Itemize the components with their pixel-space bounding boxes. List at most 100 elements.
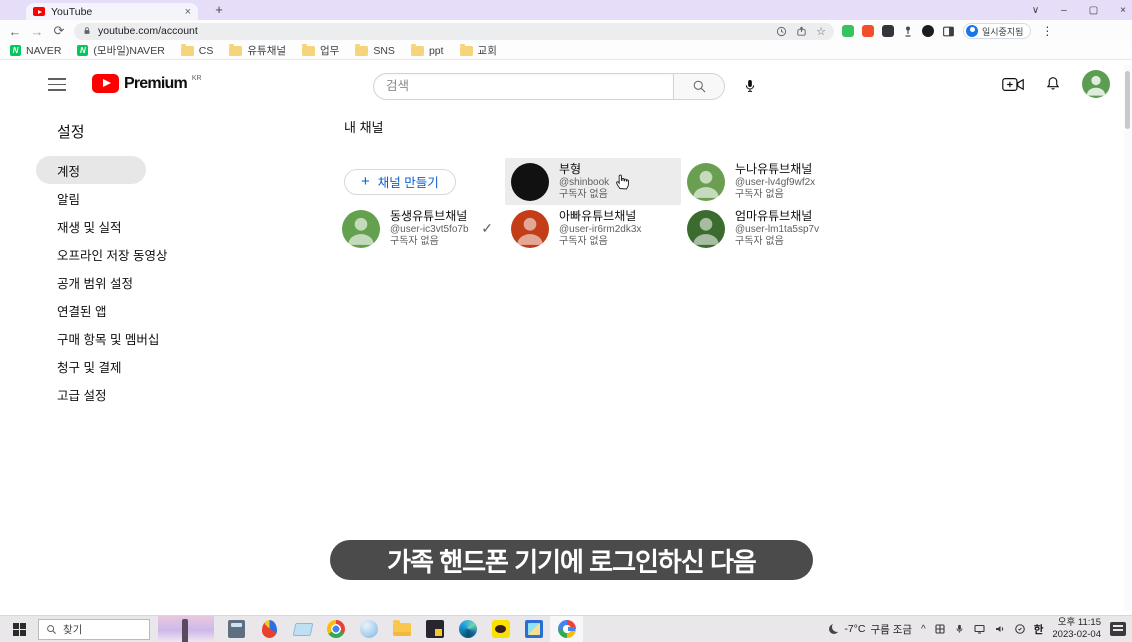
taskbar-edge-icon[interactable] [451, 616, 484, 642]
create-video-button[interactable] [1002, 76, 1024, 93]
bookmark-folder-church[interactable]: 교회 [459, 43, 497, 58]
reload-button[interactable]: ⟳ [52, 23, 66, 39]
tray-volume-icon[interactable] [994, 623, 1006, 635]
taskbar-file-explorer-icon[interactable] [385, 616, 418, 642]
channel-avatar [511, 162, 549, 201]
sidebar-item-connected-apps[interactable]: 연결된 앱 [36, 296, 246, 324]
taskbar-calculator-icon[interactable] [220, 616, 253, 642]
channel-row-buhyeong[interactable]: 부형 @shinbook 구독자 없음 [505, 158, 681, 205]
bookmark-folder-ppt[interactable]: ppt [410, 43, 444, 57]
window-restore-button[interactable]: ▢ [1089, 5, 1098, 16]
channel-row-dongsaeng[interactable]: 동생유튜브채널 @user-ic3vt5fo7b 구독자 없음 ✓ [336, 205, 505, 252]
bookmark-folder-work[interactable]: 업무 [302, 43, 339, 58]
search-input[interactable] [386, 79, 661, 93]
address-bar[interactable]: youtube.com/account ☆ [74, 22, 834, 40]
window-minimize-button[interactable]: – [1061, 5, 1067, 16]
channel-grid: + 채널 만들기 부형 @shinbook 구독자 없음 누나유튜브채널 @us… [336, 158, 956, 252]
bookmark-folder-youtube-channel[interactable]: 유튜채널 [229, 43, 286, 58]
selected-check-icon: ✓ [481, 220, 493, 236]
bookmark-star-icon[interactable]: ☆ [816, 25, 826, 38]
bookmarks-bar: N NAVER N (모바일)NAVER CS 유튜채널 업무 SNS ppt 교회 [0, 42, 1132, 60]
taskbar-premiere-icon[interactable] [418, 616, 451, 642]
tray-expand-icon[interactable]: ^ [921, 624, 926, 635]
start-button[interactable] [0, 616, 38, 642]
person-icon [1086, 75, 1106, 96]
taskbar-search-box[interactable]: 찾기 [38, 618, 150, 640]
capture-tool-icon[interactable] [902, 25, 914, 37]
tray-mic-icon[interactable] [954, 623, 965, 635]
side-panel-icon[interactable] [942, 25, 955, 38]
taskbar-weather[interactable]: -7°C 구름 조금 [829, 622, 912, 637]
folder-icon [180, 43, 194, 56]
create-channel-button[interactable]: + 채널 만들기 [344, 168, 456, 195]
bookmark-folder-sns[interactable]: SNS [355, 43, 395, 57]
settings-sidebar: 설정 계정 알림 재생 및 실적 오프라인 저장 동영상 공개 범위 설정 연결… [0, 109, 300, 408]
tray-display-icon[interactable] [973, 623, 986, 635]
bookmark-mobile-naver[interactable]: N (모바일)NAVER [77, 43, 165, 58]
tray-sync-icon[interactable] [1014, 623, 1026, 635]
channel-avatar [687, 162, 725, 201]
bookmark-naver[interactable]: N NAVER [10, 45, 61, 57]
search-button[interactable] [673, 72, 725, 100]
extension-orange-icon[interactable] [862, 25, 874, 37]
sidebar-item-billing[interactable]: 청구 및 결제 [36, 352, 246, 380]
tab-close-icon[interactable]: × [185, 6, 191, 18]
naver-icon: N [77, 45, 89, 56]
bookmark-folder-cs[interactable]: CS [180, 43, 213, 57]
scrollbar-thumb[interactable] [1125, 71, 1130, 129]
notifications-bell-button[interactable] [1044, 75, 1062, 93]
hamburger-menu-icon[interactable] [48, 78, 66, 91]
weather-temp: -7°C [844, 623, 866, 635]
channel-avatar [511, 209, 549, 248]
window-close-button[interactable]: × [1120, 5, 1126, 16]
sidebar-item-playback[interactable]: 재생 및 실적 [36, 212, 246, 240]
extension-green-icon[interactable] [842, 25, 854, 37]
taskbar-clock[interactable]: 오후 11:15 2023-02-04 [1052, 617, 1101, 641]
tray-app-icon[interactable] [934, 623, 946, 635]
youtube-page: Premium KR 검색 설정 계정 알림 재생 및 실적 오프라인 저장 동… [0, 61, 1132, 615]
extension-black-icon[interactable] [922, 25, 934, 37]
youtube-premium-logo[interactable]: Premium KR [92, 74, 202, 93]
youtube-favicon-icon [33, 7, 45, 16]
page-scrollbar[interactable] [1124, 65, 1131, 611]
sidebar-item-account[interactable]: 계정 [36, 156, 146, 184]
taskbar-photos-icon[interactable] [517, 616, 550, 642]
youtube-play-icon [92, 74, 119, 93]
taskbar-google-icon[interactable] [550, 616, 583, 642]
voice-search-button[interactable] [735, 71, 765, 101]
my-channels-title: 내 채널 [344, 120, 384, 135]
sidebar-item-advanced[interactable]: 고급 설정 [36, 380, 246, 408]
sidebar-item-notifications[interactable]: 알림 [36, 184, 246, 212]
taskbar-notebook-icon[interactable] [286, 616, 319, 642]
history-icon[interactable] [776, 26, 787, 37]
taskbar-kakaotalk-icon[interactable] [484, 616, 517, 642]
new-tab-button[interactable]: + [210, 2, 228, 17]
browser-tab-youtube[interactable]: YouTube × [26, 3, 198, 20]
sidebar-item-purchases[interactable]: 구매 항목 및 멤버십 [36, 324, 246, 352]
forward-button[interactable]: → [30, 24, 44, 39]
taskbar-alyac-icon[interactable] [253, 616, 286, 642]
ime-indicator[interactable]: 한 [1034, 622, 1044, 637]
news-weather-widget-image[interactable] [158, 616, 214, 642]
channel-row-eomma[interactable]: 엄마유튜브채널 @user-lm1ta5sp7v 구독자 없음 [681, 205, 851, 252]
tab-search-chevron-icon[interactable]: ∨ [1032, 5, 1039, 16]
account-main: 내 채널 + 채널 만들기 부형 @shinbook 구독자 없음 누나유튜브채… [336, 117, 956, 252]
browser-menu-button[interactable]: ⋮ [1039, 24, 1055, 38]
naver-icon: N [10, 45, 21, 56]
brand-text: Premium [124, 75, 188, 92]
channel-avatar [687, 209, 725, 248]
taskbar-chrome-icon[interactable] [319, 616, 352, 642]
taskbar-nateon-icon[interactable] [352, 616, 385, 642]
lock-icon [84, 27, 90, 34]
search-icon [47, 624, 56, 634]
notification-center-icon[interactable] [1110, 622, 1126, 636]
account-avatar[interactable] [1082, 70, 1110, 98]
channel-row-appa[interactable]: 아빠유튜브채널 @user-ir6rm2dk3x 구독자 없음 [505, 205, 681, 252]
share-icon[interactable] [796, 25, 807, 37]
extension-dark-icon[interactable] [882, 25, 894, 37]
channel-row-nuna[interactable]: 누나유튜브채널 @user-lv4gf9wf2x 구독자 없음 [681, 158, 851, 205]
browser-profile-button[interactable]: 일시중지됨 [963, 23, 1032, 39]
sidebar-item-offline[interactable]: 오프라인 저장 동영상 [36, 240, 246, 268]
back-button[interactable]: ← [8, 24, 22, 39]
sidebar-item-privacy[interactable]: 공개 범위 설정 [36, 268, 246, 296]
